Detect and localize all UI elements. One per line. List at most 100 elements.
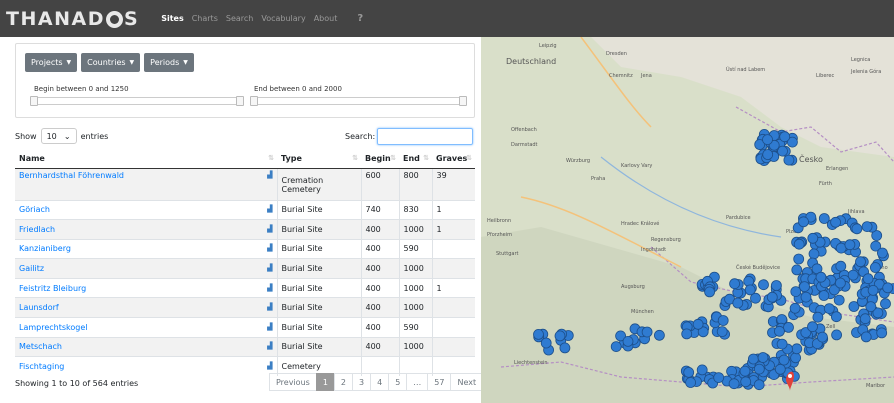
site-marker[interactable] xyxy=(783,321,794,333)
site-marker[interactable] xyxy=(818,213,830,224)
site-marker[interactable] xyxy=(790,352,802,364)
site-marker[interactable] xyxy=(681,328,693,340)
site-marker[interactable] xyxy=(762,149,774,160)
site-marker[interactable] xyxy=(816,331,828,343)
site-marker[interactable] xyxy=(758,279,769,291)
site-marker[interactable] xyxy=(778,354,790,366)
site-marker[interactable] xyxy=(739,365,751,377)
site-marker[interactable] xyxy=(533,328,544,340)
page-previous[interactable]: Previous xyxy=(269,373,317,391)
site-marker[interactable] xyxy=(791,264,803,276)
chart-icon[interactable]: ▟ xyxy=(267,342,272,350)
site-marker[interactable] xyxy=(762,134,773,145)
site-marker[interactable] xyxy=(876,327,888,339)
site-marker[interactable] xyxy=(847,269,859,281)
site-marker[interactable] xyxy=(882,282,894,294)
nav-charts[interactable]: Charts xyxy=(192,14,218,23)
site-marker[interactable] xyxy=(717,315,729,326)
site-link[interactable]: Feistritz Bleiburg xyxy=(19,284,86,293)
site-marker[interactable] xyxy=(823,303,835,315)
page-57[interactable]: 57 xyxy=(427,373,452,391)
sites-map[interactable]: Leipzig Deutschland Dresden Chemnitz Jena Úst… xyxy=(481,37,894,403)
site-marker[interactable] xyxy=(641,326,653,338)
site-marker[interactable] xyxy=(867,284,879,296)
nav-vocabulary[interactable]: Vocabulary xyxy=(261,14,305,23)
site-marker[interactable] xyxy=(753,379,765,391)
site-marker[interactable] xyxy=(793,253,805,265)
end-range-slider[interactable] xyxy=(250,96,467,106)
col-header-type[interactable]: Type ⇅ xyxy=(277,149,361,169)
begin-range-slider[interactable] xyxy=(30,96,244,106)
projects-dropdown[interactable]: Projects ▼ xyxy=(25,53,78,72)
nav-search[interactable]: Search xyxy=(226,14,253,23)
site-marker[interactable] xyxy=(808,248,820,260)
chart-icon[interactable]: ▟ xyxy=(267,205,272,213)
site-marker[interactable] xyxy=(831,329,843,341)
site-marker[interactable] xyxy=(728,378,740,390)
begin-min-handle[interactable] xyxy=(30,96,38,106)
site-marker[interactable] xyxy=(622,335,634,347)
site-marker[interactable] xyxy=(540,337,552,349)
site-marker[interactable] xyxy=(732,297,744,309)
site-marker[interactable] xyxy=(653,329,665,341)
site-marker[interactable] xyxy=(798,216,809,228)
site-marker[interactable] xyxy=(774,363,786,375)
col-header-end[interactable]: End ⇅ xyxy=(399,149,432,169)
site-marker[interactable] xyxy=(844,239,856,251)
site-marker[interactable] xyxy=(770,280,782,291)
nav-sites[interactable]: Sites xyxy=(161,14,184,23)
site-marker[interactable] xyxy=(793,238,805,250)
end-max-handle[interactable] xyxy=(459,96,467,106)
site-link[interactable]: Kanzianiberg xyxy=(19,244,71,253)
page-5[interactable]: 5 xyxy=(388,373,408,391)
site-link[interactable]: Gailitz xyxy=(19,264,44,273)
page-1[interactable]: 1 xyxy=(315,373,335,391)
site-marker[interactable] xyxy=(776,338,788,350)
site-marker[interactable] xyxy=(880,298,891,310)
site-marker[interactable] xyxy=(833,294,845,306)
chart-icon[interactable]: ▟ xyxy=(267,362,272,370)
site-marker[interactable] xyxy=(855,256,866,268)
site-marker[interactable] xyxy=(834,277,846,289)
site-link[interactable]: Bernhardsthal Föhrenwald xyxy=(19,171,124,180)
site-marker[interactable] xyxy=(692,318,704,330)
page-2[interactable]: 2 xyxy=(333,373,353,391)
col-header-name[interactable]: Name ⇅ xyxy=(15,149,277,169)
site-marker[interactable] xyxy=(683,366,695,378)
end-min-handle[interactable] xyxy=(250,96,258,106)
site-link[interactable]: Göriach xyxy=(19,205,50,214)
countries-dropdown[interactable]: Countries ▼ xyxy=(81,53,141,72)
periods-dropdown[interactable]: Periods ▼ xyxy=(144,53,194,72)
site-marker[interactable] xyxy=(791,343,803,355)
entries-length-select[interactable]: 10 ⌄ xyxy=(40,128,77,144)
site-marker[interactable] xyxy=(704,286,716,298)
site-marker[interactable] xyxy=(559,342,571,354)
site-link[interactable]: Fischtaging xyxy=(19,362,64,371)
site-marker[interactable] xyxy=(696,364,708,376)
site-link[interactable]: Launsdorf xyxy=(19,303,59,312)
site-marker[interactable] xyxy=(865,301,877,313)
site-marker[interactable] xyxy=(744,284,756,296)
site-marker[interactable] xyxy=(757,352,769,363)
chart-icon[interactable]: ▟ xyxy=(267,264,272,272)
chart-icon[interactable]: ▟ xyxy=(267,284,272,292)
site-marker[interactable] xyxy=(716,326,728,338)
chart-icon[interactable]: ▟ xyxy=(267,225,272,233)
site-marker[interactable] xyxy=(851,223,863,235)
site-marker[interactable] xyxy=(800,291,812,303)
chart-icon[interactable]: ▟ xyxy=(267,323,272,331)
search-input[interactable] xyxy=(377,128,474,145)
col-header-begin[interactable]: Begin ⇅ xyxy=(361,149,399,169)
site-marker[interactable] xyxy=(812,311,824,323)
site-marker[interactable] xyxy=(713,372,725,384)
site-marker[interactable] xyxy=(729,278,741,290)
site-marker[interactable] xyxy=(876,247,888,259)
site-marker[interactable] xyxy=(773,325,785,337)
map-canvas[interactable]: Leipzig Deutschland Dresden Chemnitz Jena Úst… xyxy=(481,37,894,403)
site-marker[interactable] xyxy=(554,330,566,342)
page-3[interactable]: 3 xyxy=(352,373,372,391)
chart-icon[interactable]: ▟ xyxy=(267,244,272,252)
site-marker[interactable] xyxy=(815,271,827,283)
site-marker[interactable] xyxy=(859,313,871,325)
site-marker[interactable] xyxy=(766,291,778,303)
